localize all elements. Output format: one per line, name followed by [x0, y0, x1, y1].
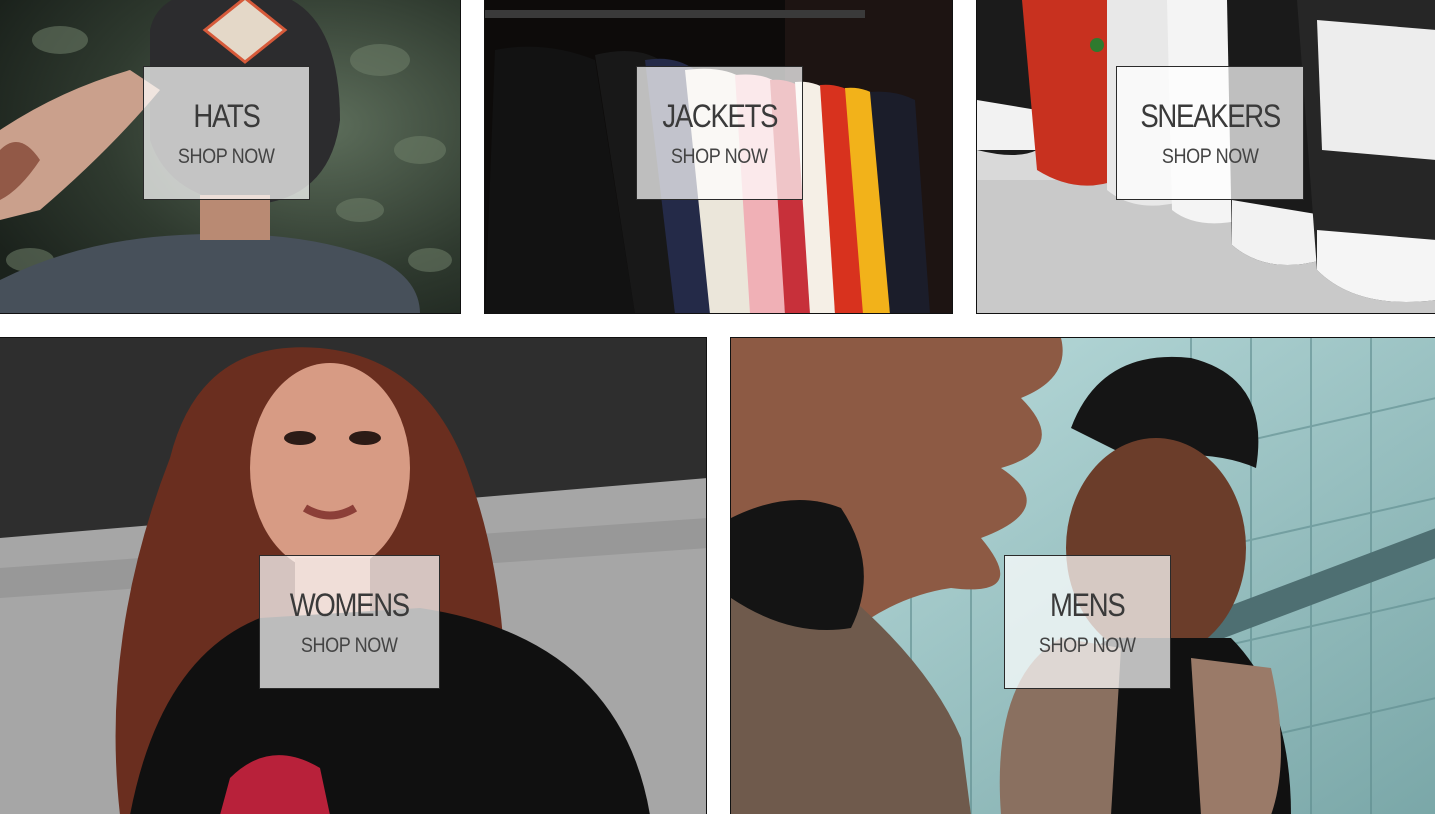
womens-label-box[interactable]: WOMENS SHOP NOW: [259, 555, 440, 689]
mens-title: MENS: [1050, 586, 1126, 623]
hats-shop-now-link[interactable]: SHOP NOW: [178, 146, 275, 167]
mens-shop-now-link[interactable]: SHOP NOW: [1039, 635, 1136, 656]
category-card-jackets[interactable]: JACKETS SHOP NOW: [484, 0, 953, 314]
sneakers-shop-now-link[interactable]: SHOP NOW: [1162, 146, 1259, 167]
womens-shop-now-link[interactable]: SHOP NOW: [301, 635, 398, 656]
womens-title: WOMENS: [289, 586, 410, 623]
jackets-label-box[interactable]: JACKETS SHOP NOW: [636, 66, 803, 200]
category-grid: HATS SHOP NOW JACKETS SHOP NOW SNEAKERS …: [0, 0, 1435, 814]
category-card-mens[interactable]: MENS SHOP NOW: [730, 337, 1435, 814]
mens-label-box[interactable]: MENS SHOP NOW: [1004, 555, 1171, 689]
jackets-title: JACKETS: [662, 97, 778, 134]
hats-label-box[interactable]: HATS SHOP NOW: [143, 66, 310, 200]
sneakers-title: SNEAKERS: [1140, 97, 1281, 134]
category-card-sneakers[interactable]: SNEAKERS SHOP NOW: [976, 0, 1435, 314]
category-card-hats[interactable]: HATS SHOP NOW: [0, 0, 461, 314]
jackets-shop-now-link[interactable]: SHOP NOW: [671, 146, 768, 167]
hats-title: HATS: [193, 97, 260, 134]
sneakers-label-box[interactable]: SNEAKERS SHOP NOW: [1116, 66, 1304, 200]
category-card-womens[interactable]: WOMENS SHOP NOW: [0, 337, 707, 814]
